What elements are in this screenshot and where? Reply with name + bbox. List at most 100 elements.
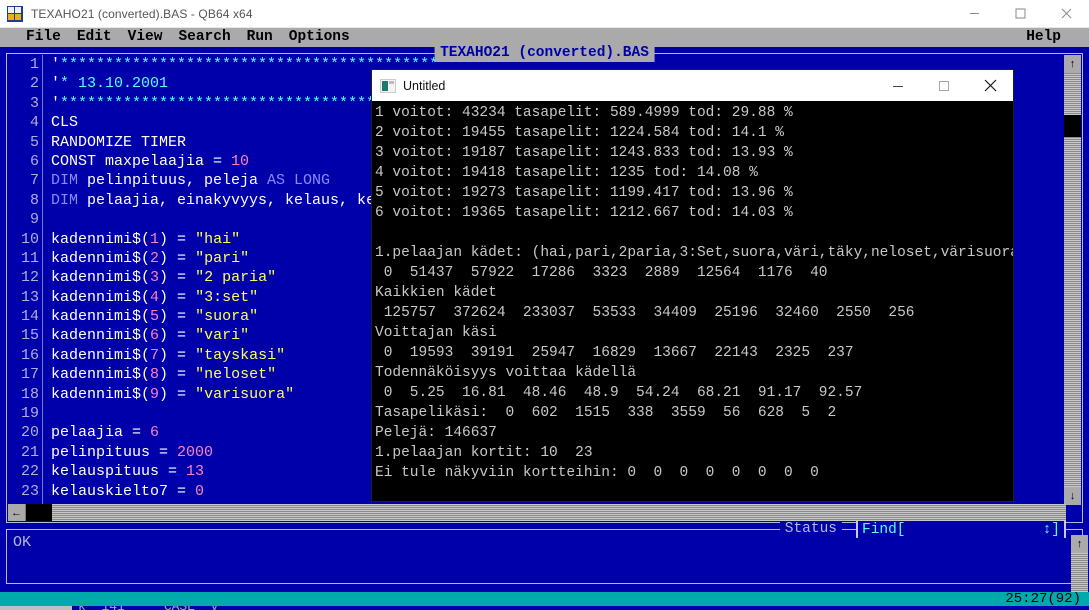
code-line-text[interactable]: '* 13.10.2001 xyxy=(47,74,168,93)
menu-item-edit[interactable]: Edit xyxy=(69,28,120,47)
status-panel: Status Find[ ↕] OK xyxy=(6,521,1083,584)
window-minimize-button[interactable] xyxy=(951,0,997,28)
code-line-text[interactable]: kadennimi$(1) = "hai" xyxy=(47,230,240,249)
console-output-line: 0 51437 57922 17286 3323 2889 12564 1176… xyxy=(375,265,828,281)
code-token: kelauspituus = xyxy=(51,463,187,481)
code-token: kadennimi$( xyxy=(51,308,151,326)
code-line-text[interactable]: DIM pelinpituus, peleja AS LONG xyxy=(47,171,330,190)
menu-item-search[interactable]: Search xyxy=(170,28,238,47)
code-line-text[interactable]: kadennimi$(5) = "suora" xyxy=(47,307,258,326)
code-line-text[interactable]: kadennimi$(4) = "3:set" xyxy=(47,288,258,307)
menu-item-file[interactable]: File xyxy=(18,28,69,47)
window-close-button[interactable] xyxy=(1043,0,1089,28)
scroll-down-arrow-icon[interactable]: ↓ xyxy=(1064,487,1081,505)
code-token: AS LONG xyxy=(267,172,331,190)
vertical-scroll-thumb[interactable] xyxy=(1064,115,1081,137)
code-line-text[interactable]: DIM pelaajia, einakyvyys, kelaus, kelaus… xyxy=(47,191,420,210)
console-minimize-button[interactable] xyxy=(875,70,921,101)
console-output-line: Pelejä: 146637 xyxy=(375,425,497,441)
minimize-icon xyxy=(969,13,979,14)
console-title-bar: Untitled xyxy=(372,70,1013,101)
console-close-button[interactable] xyxy=(967,70,1013,101)
code-token: kadennimi$( xyxy=(51,346,151,364)
code-token: kadennimi$( xyxy=(51,327,151,345)
code-token: kadennimi$( xyxy=(51,230,151,248)
menu-item-run[interactable]: Run xyxy=(239,28,281,47)
line-number: 20 xyxy=(20,424,39,442)
code-token: kelauskielto7 = xyxy=(51,482,196,500)
code-token: ' xyxy=(51,75,61,93)
menu-item-options[interactable]: Options xyxy=(281,28,358,47)
outer-scroll-up-arrow-icon[interactable]: ↑ xyxy=(1071,535,1088,553)
background-window-sliver[interactable]: k 141 CASE "v" xyxy=(0,606,1089,610)
code-token: pelinpituus, peleja xyxy=(78,172,268,190)
code-token: CLS xyxy=(51,114,79,132)
code-token: "neloset" xyxy=(195,366,277,384)
code-token: 6 xyxy=(150,424,160,442)
code-line-text[interactable]: kadennimi$(8) = "neloset" xyxy=(47,365,276,384)
code-line-text[interactable] xyxy=(47,404,51,423)
scroll-left-arrow-icon[interactable]: ← xyxy=(8,504,26,521)
scroll-up-arrow-icon[interactable]: ↑ xyxy=(1064,55,1081,73)
code-token: 3 xyxy=(150,269,160,287)
line-number: 11 xyxy=(20,249,39,267)
code-token: 10 xyxy=(231,152,250,170)
code-line-text[interactable]: kadennimi$(6) = "vari" xyxy=(47,326,249,345)
line-number: 2 xyxy=(29,75,39,93)
code-line-text[interactable]: CONST maxpelaajia = 10 xyxy=(47,152,249,171)
code-line-text[interactable]: pelaajia = 6 xyxy=(47,423,159,442)
code-token: 6 xyxy=(150,327,160,345)
line-number: 3 xyxy=(29,94,39,112)
line-number: 5 xyxy=(29,133,39,151)
vertical-scroll-track[interactable] xyxy=(1064,73,1081,487)
code-token: 7 xyxy=(150,346,160,364)
code-token: "3:set" xyxy=(195,288,259,306)
line-number: 18 xyxy=(20,385,39,403)
code-line-text[interactable]: RANDOMIZE TIMER xyxy=(47,133,186,152)
horizontal-scroll-thumb[interactable] xyxy=(26,504,52,521)
console-output-line: 2 voitot: 19455 tasapelit: 1224.584 tod:… xyxy=(375,125,784,141)
console-output-line: Ei tule näkyviin kortteihin: 0 0 0 0 0 0… xyxy=(375,465,819,481)
code-token: "varisuora" xyxy=(195,385,295,403)
line-number: 15 xyxy=(20,327,39,345)
background-window-chip xyxy=(0,606,72,610)
code-token: 4 xyxy=(150,288,160,306)
editor-vertical-scrollbar[interactable]: ↑ ↓ xyxy=(1064,55,1081,505)
code-line-text[interactable]: CLS xyxy=(47,113,78,132)
code-line-text[interactable] xyxy=(47,210,51,229)
code-line-text[interactable]: kelauspituus = 13 xyxy=(47,462,204,481)
line-number: 6 xyxy=(29,152,39,170)
console-title: Untitled xyxy=(403,78,446,93)
code-token: 5 xyxy=(150,308,160,326)
console-maximize-button[interactable] xyxy=(921,70,967,101)
code-line-text[interactable]: kadennimi$(3) = "2 paria" xyxy=(47,268,276,287)
code-token: kadennimi$( xyxy=(51,269,151,287)
line-number: 10 xyxy=(20,230,39,248)
code-token: DIM xyxy=(51,191,79,209)
menu-item-help[interactable]: Help xyxy=(1018,28,1069,47)
find-box[interactable]: Find[ ↕] xyxy=(856,521,1066,538)
close-icon xyxy=(984,79,996,92)
code-line-text[interactable]: kadennimi$(9) = "varisuora" xyxy=(47,385,294,404)
window-maximize-button[interactable] xyxy=(997,0,1043,28)
outer-vertical-scrollbar[interactable]: ↑ xyxy=(1071,535,1088,592)
code-line-text[interactable]: kelauskielto7 = 0 xyxy=(47,482,204,501)
editor-horizontal-scrollbar[interactable]: ← xyxy=(8,504,1066,521)
console-window[interactable]: Untitled 1 voitot: 43234 tasapelit: 589.… xyxy=(372,70,1013,501)
code-token: 2 xyxy=(150,249,160,267)
code-line-text[interactable]: kadennimi$(7) = "tayskasi" xyxy=(47,346,285,365)
close-icon xyxy=(1061,8,1071,19)
status-message: OK xyxy=(13,534,32,551)
code-token: "vari" xyxy=(195,327,250,345)
line-number: 8 xyxy=(29,191,39,209)
find-scroll-icon[interactable]: ↕] xyxy=(1043,522,1060,538)
editor-tab-title[interactable]: TEXAHO21 (converted).BAS xyxy=(434,45,655,62)
menu-item-view[interactable]: View xyxy=(120,28,171,47)
code-token: 13 xyxy=(186,463,205,481)
code-line-text[interactable]: kadennimi$(2) = "pari" xyxy=(47,249,249,268)
background-window-text: k 141 CASE "v" xyxy=(78,606,226,610)
code-token: ) = xyxy=(159,230,196,248)
console-output-line: 6 voitot: 19365 tasapelit: 1212.667 tod:… xyxy=(375,205,793,221)
code-line-text[interactable]: pelinpituus = 2000 xyxy=(47,443,213,462)
